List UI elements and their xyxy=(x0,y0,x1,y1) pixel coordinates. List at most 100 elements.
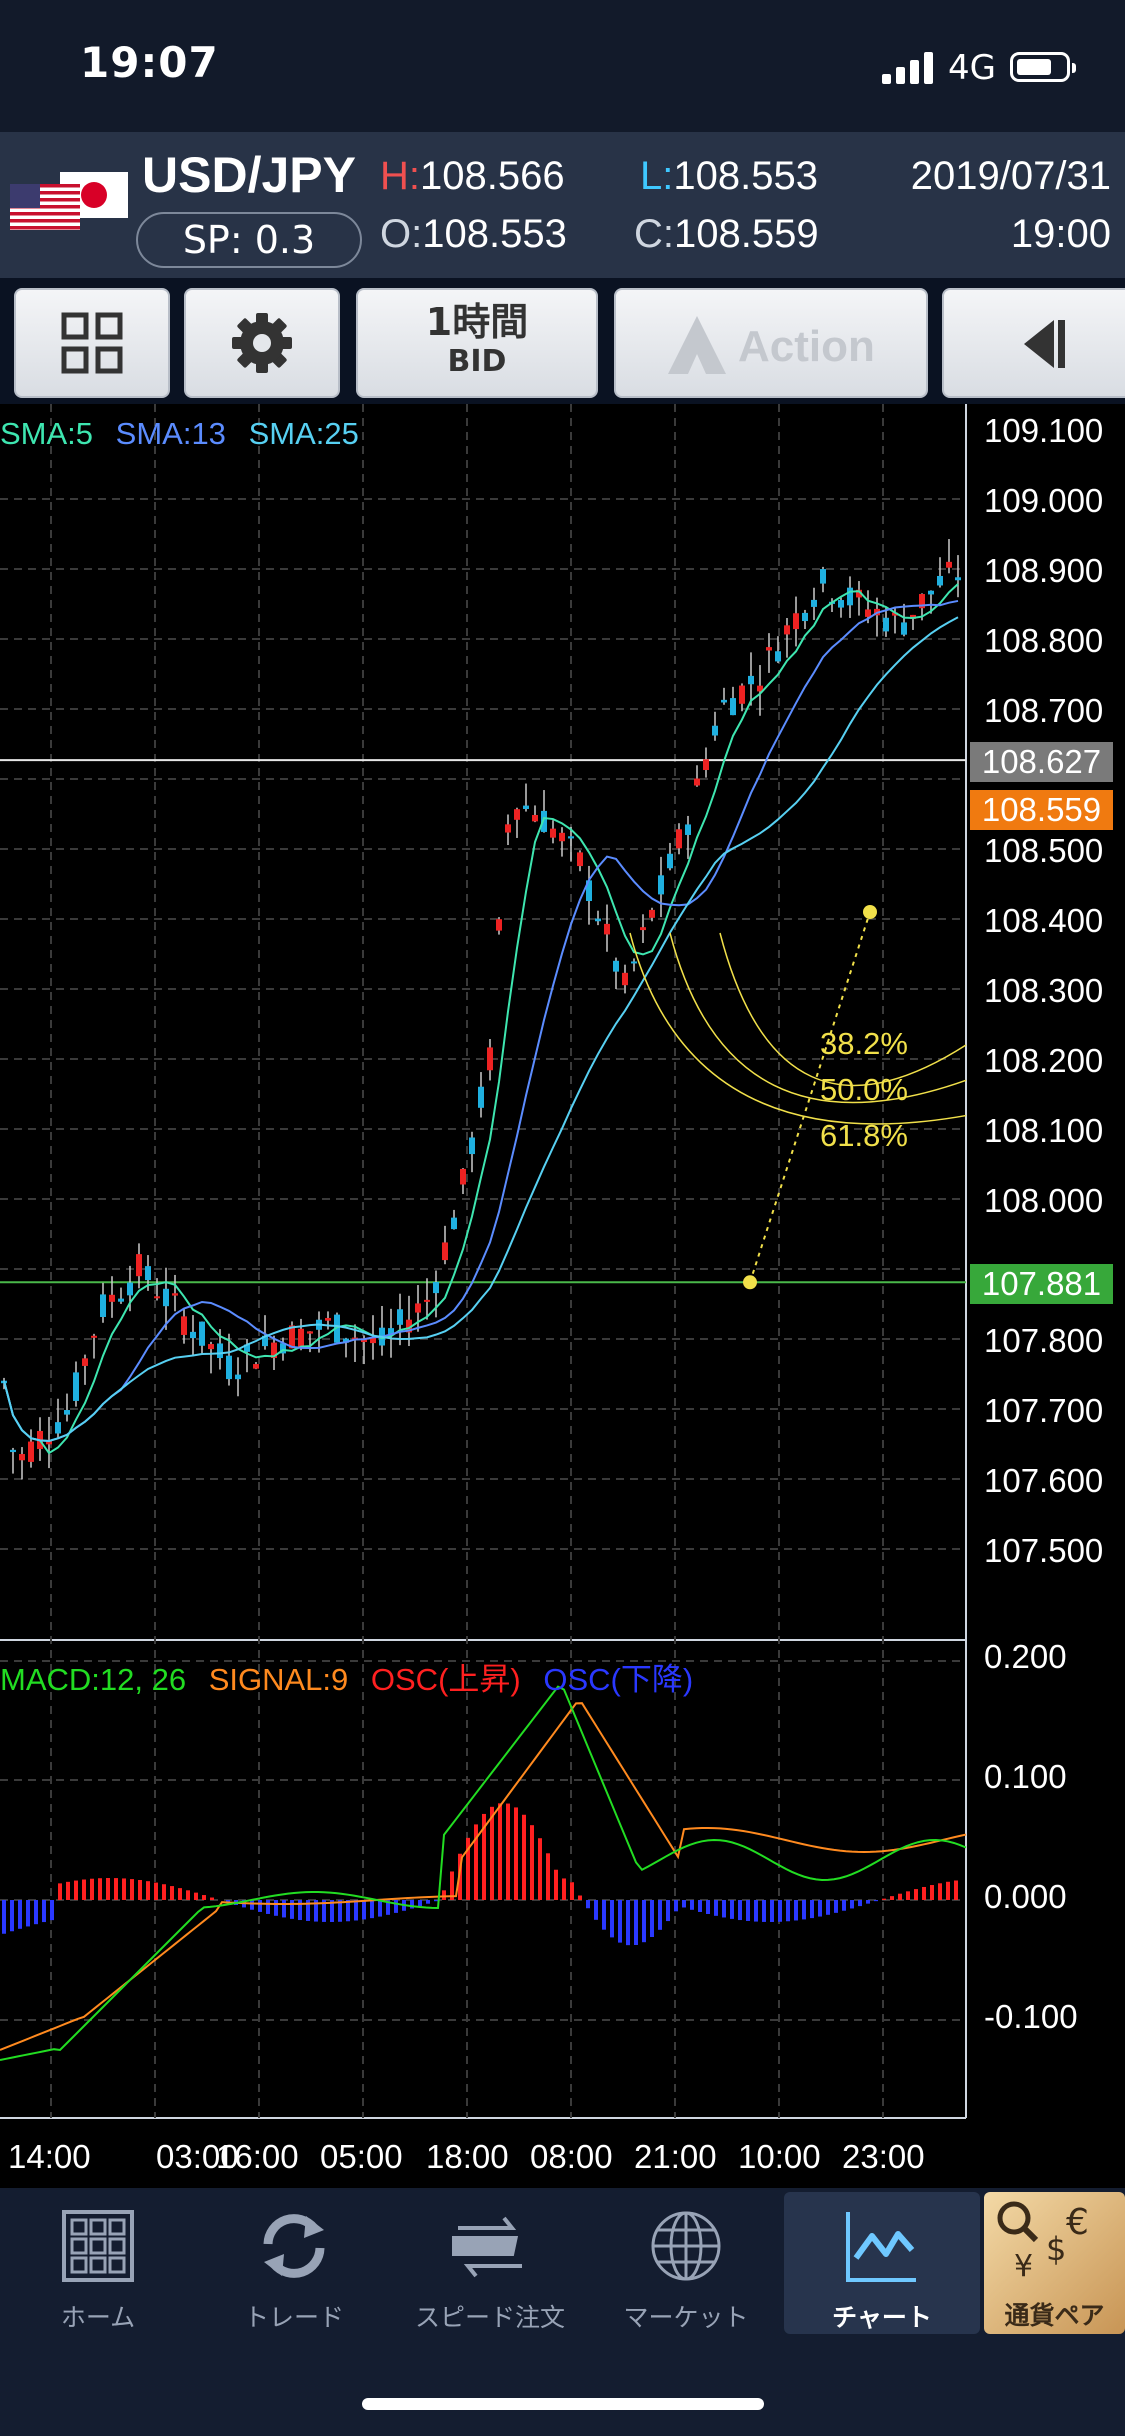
macd-histogram-bar xyxy=(130,1879,134,1900)
home-indicator xyxy=(362,2398,764,2410)
macd-histogram-bar xyxy=(850,1900,854,1909)
macd-histogram-bar xyxy=(762,1900,766,1922)
timeframe-button[interactable]: 1時間 BID xyxy=(356,288,598,398)
candle xyxy=(505,824,511,833)
candle xyxy=(109,1294,115,1302)
macd-histogram-bar xyxy=(706,1900,710,1914)
macd-histogram-bar xyxy=(722,1900,726,1918)
macd-histogram-bar xyxy=(170,1886,174,1900)
macd-histogram-bar xyxy=(634,1900,638,1945)
candle xyxy=(532,814,538,822)
tab-market[interactable]: マーケット xyxy=(588,2192,784,2334)
macd-histogram-bar xyxy=(162,1884,166,1900)
time-axis-label: 08:00 xyxy=(530,2138,613,2175)
macd-histogram-bar xyxy=(778,1900,782,1922)
candle xyxy=(595,918,601,922)
currency-pair-icon: € $ ¥ xyxy=(997,2201,1089,2284)
macd-histogram-bar xyxy=(546,1853,550,1900)
fib-arc-38 xyxy=(719,932,967,1087)
tab-chart[interactable]: チャート xyxy=(784,2192,980,2334)
tab-speed-order[interactable]: スピード注文 xyxy=(392,2192,588,2334)
macd-histogram-bar xyxy=(114,1878,118,1900)
tab-home[interactable]: ホーム xyxy=(0,2192,196,2334)
price-axis-label: 108.400 xyxy=(984,902,1104,939)
collapse-panel-button[interactable] xyxy=(942,288,1125,398)
time-axis-label: 16:00 xyxy=(216,2138,299,2175)
time-axis-label: 23:00 xyxy=(842,2138,925,2175)
candle xyxy=(397,1309,403,1325)
price-axis-label: 107.500 xyxy=(984,1532,1104,1569)
macd-histogram-bar xyxy=(82,1879,86,1900)
tab-currency-pair[interactable]: € $ ¥ 通貨ペア xyxy=(984,2192,1125,2334)
macd-histogram-bar xyxy=(562,1878,566,1900)
high-key: H: xyxy=(380,154,420,198)
candle xyxy=(937,575,943,586)
candle xyxy=(946,561,952,568)
candle xyxy=(217,1343,223,1359)
macd-histogram-bar xyxy=(514,1807,518,1900)
price-legend: SMA:5 SMA:13 SMA:25 xyxy=(0,416,373,452)
sma13-line xyxy=(3,599,959,1443)
macd-histogram-bar xyxy=(834,1900,838,1913)
macd-histogram-bar xyxy=(930,1885,934,1900)
candle xyxy=(82,1358,88,1366)
macd-histogram-bar xyxy=(690,1900,694,1910)
chart-area[interactable]: SMA:5 SMA:13 SMA:25 MACD:12, 26 SIGNAL:9… xyxy=(0,404,1125,2188)
macd-histogram-bar xyxy=(578,1895,582,1900)
price-chart-canvas[interactable] xyxy=(0,404,1125,2188)
low-price: L:108.553 xyxy=(640,154,818,199)
candle xyxy=(739,685,745,704)
macd-histogram-bar xyxy=(754,1900,758,1922)
candle xyxy=(73,1372,79,1401)
candle xyxy=(721,699,727,703)
high-value: 108.566 xyxy=(420,154,565,198)
macd-histogram-bar xyxy=(258,1900,262,1912)
time-axis-label: 10:00 xyxy=(738,2138,821,2175)
macd-histogram-bar xyxy=(554,1869,558,1900)
macd-histogram-bar xyxy=(642,1900,646,1943)
sma5-legend: SMA:5 xyxy=(0,416,94,451)
macd-histogram-bar xyxy=(394,1900,398,1913)
macd-histogram-bar xyxy=(290,1900,294,1919)
status-time: 19:07 xyxy=(80,38,219,87)
macd-histogram-bar xyxy=(530,1825,534,1900)
price-axis-label: 107.800 xyxy=(984,1322,1104,1359)
status-bar: 19:07 4G xyxy=(0,0,1125,132)
candle xyxy=(622,972,628,986)
candle xyxy=(928,590,934,595)
fib-base-tag: 107.881 xyxy=(970,1264,1113,1304)
us-jp-flag-icon xyxy=(10,172,128,230)
candle xyxy=(28,1441,34,1462)
menu-grid-button[interactable] xyxy=(14,288,170,398)
candle xyxy=(325,1317,331,1321)
macd-histogram-bar xyxy=(378,1900,382,1917)
macd-histogram-bar xyxy=(906,1891,910,1900)
tab-trade[interactable]: トレード xyxy=(196,2192,392,2334)
candle xyxy=(91,1335,97,1338)
low-key: L: xyxy=(640,154,674,198)
candle xyxy=(748,675,754,685)
action-label: Action xyxy=(738,322,875,371)
candle xyxy=(298,1328,304,1348)
grid-icon xyxy=(61,312,123,374)
svg-text:¥: ¥ xyxy=(1014,2249,1033,2284)
settings-button[interactable] xyxy=(184,288,340,398)
candle xyxy=(100,1294,106,1317)
macd-histogram-bar xyxy=(666,1900,670,1922)
currency-pair[interactable]: USD/JPY xyxy=(142,146,356,204)
action-button[interactable]: Action xyxy=(614,288,928,398)
open-value: 108.553 xyxy=(422,212,567,256)
macd-histogram-bar xyxy=(650,1900,654,1938)
macd-histogram-bar xyxy=(874,1900,878,1902)
price-axis-label: 108.500 xyxy=(984,832,1104,869)
quote-date: 2019/07/31 xyxy=(910,154,1111,198)
candle xyxy=(19,1454,25,1461)
candle xyxy=(865,609,871,617)
macd-histogram-bar xyxy=(570,1882,574,1900)
macd-histogram-bar xyxy=(178,1888,182,1900)
candle xyxy=(55,1422,61,1434)
tab-chart-label: チャート xyxy=(832,2303,932,2332)
candle xyxy=(775,651,781,662)
macd-histogram-bar xyxy=(818,1900,822,1917)
low-value: 108.553 xyxy=(673,154,818,198)
